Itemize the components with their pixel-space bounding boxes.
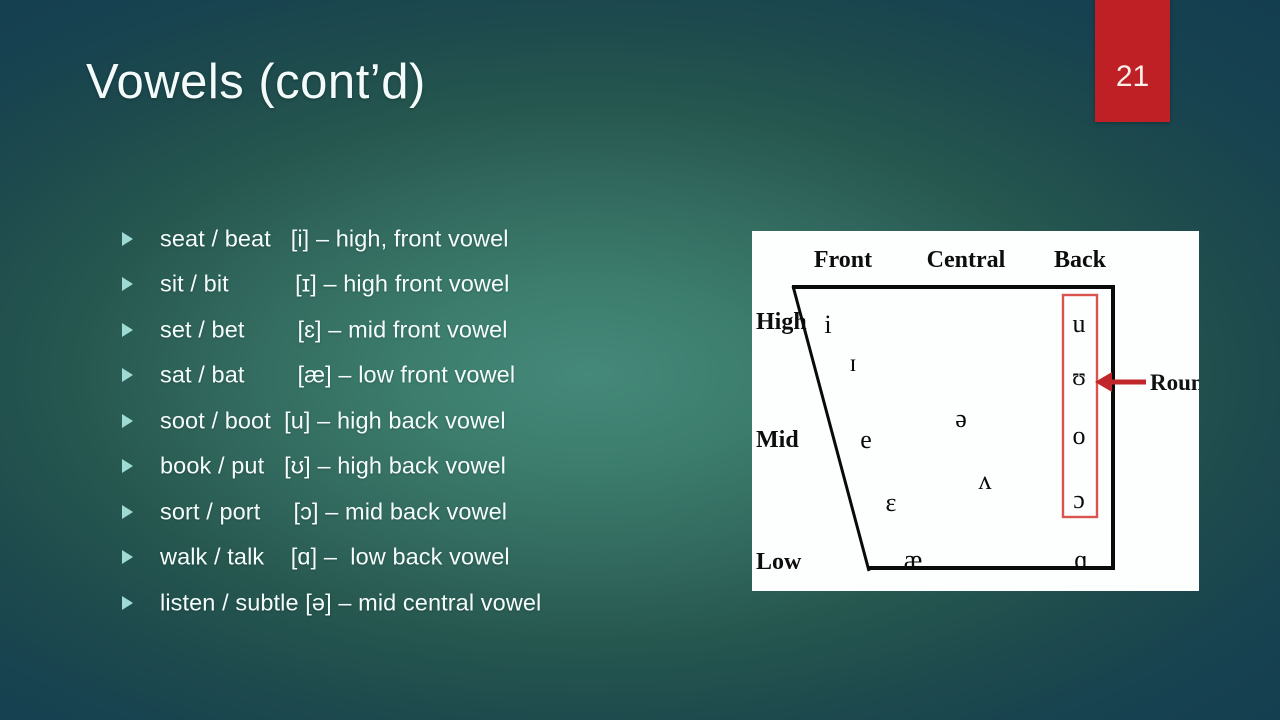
triangle-bullet-icon: [122, 322, 133, 337]
triangle-bullet-icon: [122, 368, 133, 383]
row-label-mid: Mid: [756, 427, 799, 453]
triangle-bullet-icon: [122, 231, 133, 246]
vowel-symbol-u: u: [1073, 309, 1086, 338]
list-item-label: set / bet [ɛ] – mid front vowel: [160, 316, 508, 343]
vowel-symbol-script-a: ɑ: [1074, 545, 1088, 574]
list-item: listen / subtle [ə] – mid central vowel: [122, 580, 682, 626]
slide: Vowels (cont’d) 21 seat / beat [i] – hig…: [0, 0, 1280, 720]
list-item-label: seat / beat [i] – high, front vowel: [160, 225, 509, 252]
vowel-symbol-o: o: [1073, 421, 1086, 450]
list-item: set / bet [ɛ] – mid front vowel: [122, 307, 682, 353]
list-item-label: soot / boot [u] – high back vowel: [160, 407, 506, 434]
vowel-symbol-epsilon: ɛ: [886, 488, 897, 517]
list-item: walk / talk [ɑ] – low back vowel: [122, 535, 682, 581]
column-header-central: Central: [927, 247, 1006, 273]
list-item: sat / bat [æ] – low front vowel: [122, 353, 682, 399]
vowel-symbol-open-o: ɔ: [1073, 485, 1085, 514]
list-item-label: book / put [ʊ] – high back vowel: [160, 452, 506, 479]
list-item-label: sat / bat [æ] – low front vowel: [160, 361, 516, 388]
vowel-symbol-i: i: [824, 310, 831, 339]
list-item-label: sit / bit [ɪ] – high front vowel: [160, 270, 510, 297]
list-item-label: sort / port [ɔ] – mid back vowel: [160, 498, 508, 525]
list-item: seat / beat [i] – high, front vowel: [122, 216, 682, 262]
triangle-bullet-icon: [122, 413, 133, 428]
vowel-symbol-e: e: [860, 425, 872, 454]
row-label-low: Low: [756, 549, 802, 575]
page-title: Vowels (cont’d): [86, 55, 426, 109]
triangle-bullet-icon: [122, 277, 133, 292]
list-item: book / put [ʊ] – high back vowel: [122, 444, 682, 490]
triangle-bullet-icon: [122, 595, 133, 610]
vowel-chart-panel: Front Central Back High Mid Low Round: [752, 231, 1199, 591]
slide-number-text: 21: [1115, 60, 1150, 93]
vowel-symbol-schwa: ə: [955, 404, 967, 433]
rounded-arrow-icon: [1095, 372, 1146, 392]
triangle-bullet-icon: [122, 504, 133, 519]
vowel-symbol-small-cap-i: ɪ: [850, 350, 857, 377]
column-header-front: Front: [814, 247, 872, 273]
rounded-annotation-label: Rounded: [1150, 370, 1199, 395]
list-item-label: walk / talk [ɑ] – low back vowel: [160, 543, 510, 570]
list-item: soot / boot [u] – high back vowel: [122, 398, 682, 444]
slide-number-badge: 21: [1095, 0, 1170, 122]
list-item-label: listen / subtle [ə] – mid central vowel: [160, 589, 542, 616]
triangle-bullet-icon: [122, 459, 133, 474]
triangle-bullet-icon: [122, 550, 133, 565]
vowel-symbol-upsilon: ʊ: [1072, 364, 1086, 391]
vowel-symbol-wedge: ʌ: [979, 466, 992, 495]
list-item: sit / bit [ɪ] – high front vowel: [122, 262, 682, 308]
column-header-back: Back: [1054, 247, 1107, 273]
list-item: sort / port [ɔ] – mid back vowel: [122, 489, 682, 535]
bullet-list: seat / beat [i] – high, front vowel sit /…: [122, 216, 682, 626]
vowel-symbol-ash: æ: [904, 545, 923, 576]
vowel-quadrilateral-diagram: Front Central Back High Mid Low Round: [756, 247, 1199, 576]
